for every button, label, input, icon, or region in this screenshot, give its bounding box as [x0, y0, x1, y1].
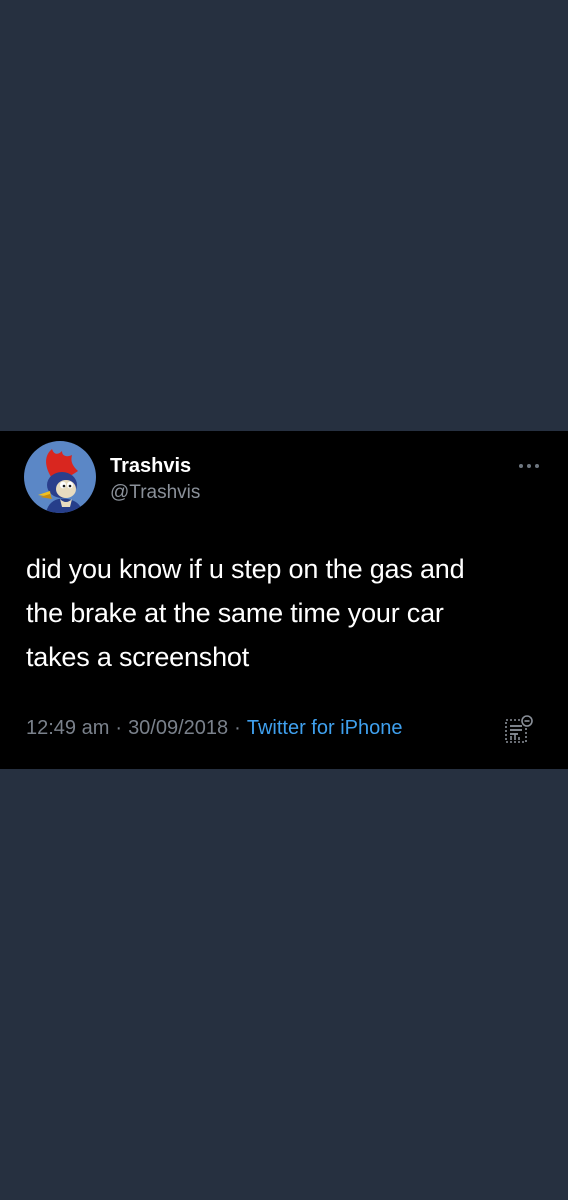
author-handle[interactable]: @Trashvis: [110, 481, 200, 505]
tweet-analytics-button[interactable]: [502, 714, 534, 746]
tweet-text: did you know if u step on the gas and th…: [26, 554, 465, 672]
woody-woodpecker-avatar-icon: [24, 441, 96, 513]
author-display-name[interactable]: Trashvis: [110, 454, 191, 478]
meta-separator: ·: [115, 717, 123, 739]
tweet-date[interactable]: 30/09/2018: [128, 717, 228, 739]
author-avatar[interactable]: [24, 441, 96, 513]
meta-separator: ·: [234, 717, 241, 739]
more-options-button[interactable]: [514, 455, 544, 475]
tweet-analytics-icon: [505, 715, 533, 743]
tweet-source-link[interactable]: Twitter for iPhone: [247, 717, 403, 739]
tweet-meta: 12:49 am · 30/09/2018 · Twitter for iPhone: [26, 714, 402, 742]
more-options-icon: [519, 464, 539, 468]
tweet-time[interactable]: 12:49 am: [26, 717, 109, 739]
